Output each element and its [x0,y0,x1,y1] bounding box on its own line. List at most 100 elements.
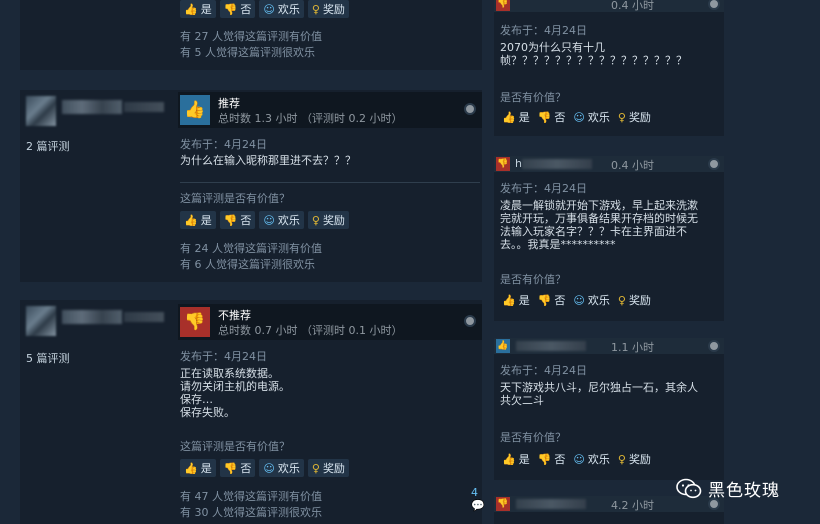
award-icon: ♀ [311,2,320,16]
reviewer-info: 2 篇评测 [20,90,174,282]
award-button[interactable]: ♀ 奖励 [307,211,349,229]
reviewer-name[interactable] [516,341,586,351]
thumbs-down-icon: 👎 [537,293,552,307]
thumbs-up-icon: 👍 [502,293,516,307]
reviewer-name[interactable] [522,159,592,169]
watermark: 黑色玫瑰 [676,476,780,501]
thumbs-up-icon: 👍 [184,213,198,227]
vote-funny-button[interactable]: ☺ 欢乐 [259,211,304,229]
vote-yes-button[interactable]: 👍 是 [180,0,216,18]
reviewer-review-count[interactable]: 2 篇评测 [26,138,70,154]
comments-count-value: 4 [471,486,478,499]
review-header: 👍 1.1 小时 [494,338,724,354]
posted-date: 发布于：4月24日 [500,24,587,37]
comments-count[interactable]: 4 💬 [471,486,485,512]
verdict-bar: 👎 不推荐 总时数 0.7 小时 （评测时 0.1 小时） [178,304,482,340]
award-label: 奖励 [322,3,345,16]
vote-yes-button[interactable]: 👍 是 [500,450,532,468]
vote-no-label: 否 [554,453,566,466]
playtime: 0.4 小时 [611,159,654,172]
award-label: 奖励 [628,453,651,466]
smiley-icon: ☺ [263,2,275,16]
award-button[interactable]: ♀ 奖励 [307,0,349,18]
review-card: 2 篇评测 👍 推荐 总时数 1.3 小时 （评测时 0.2 小时） 发布于：4… [20,90,482,282]
steam-icon [708,158,720,170]
award-button[interactable]: ♀ 奖励 [616,291,653,309]
review-card: 👍 1.1 小时 发布于：4月24日 天下游戏共八斗，尼尔独占一石，其余人 共欠… [494,338,724,480]
vote-no-button[interactable]: 👎 否 [219,211,256,229]
vote-funny-button[interactable]: ☺ 欢乐 [259,0,304,18]
reviewer-name-initial[interactable]: h [515,157,522,170]
avatar[interactable] [26,306,56,336]
review-header: 👎 h 0.4 小时 [494,156,724,172]
review-card: 👍 是 👎 否 ☺ 欢乐 ♀ 奖励 有 27 人觉得这篇评测有价值 有 5 人觉得这篇评… [20,0,482,70]
steam-icon [464,315,476,327]
vote-funny-label: 欢乐 [277,3,300,16]
reviewer-name-extra [124,102,164,112]
review-text: 为什么在输入昵称那里进不去？？？ [180,154,356,167]
vote-no-button[interactable]: 👎 否 [219,0,256,18]
vote-funny-button[interactable]: ☺ 欢乐 [571,108,611,126]
vote-buttons: 👍 是 👎 否 ☺ 欢乐 ♀ 奖励 [500,108,653,126]
vote-no-label: 否 [240,3,252,16]
smiley-icon: ☺ [263,213,275,227]
vote-no-label: 否 [240,214,252,227]
reviewer-name[interactable] [516,499,586,509]
award-label: 奖励 [322,462,345,475]
vote-yes-button[interactable]: 👍 是 [180,459,216,477]
not-recommended-thumb-icon: 👎 [496,157,510,171]
award-button[interactable]: ♀ 奖励 [307,459,349,477]
posted-date: 发布于：4月24日 [500,182,587,195]
review-text: 天下游戏共八斗，尼尔独占一石，其余人 共欠二斗 [500,381,698,407]
watermark-text: 黑色玫瑰 [708,481,780,501]
vote-funny-label: 欢乐 [587,294,610,307]
divider [180,182,480,183]
vote-no-label: 否 [240,462,252,475]
thumbs-down-icon: 👎 [537,452,552,466]
steam-icon [464,103,476,115]
verdict-title[interactable]: 不推荐 [218,307,251,323]
verdict-bar: 👍 推荐 总时数 1.3 小时 （评测时 0.2 小时） [178,92,482,128]
review-card: 👎 h 0.4 小时 发布于：4月24日 凌晨一解锁就开始下游戏，早上起来洗漱 … [494,156,724,321]
vote-no-button[interactable]: 👎 否 [219,459,256,477]
vote-no-button[interactable]: 👎 否 [536,108,568,126]
award-button[interactable]: ♀ 奖励 [616,450,653,468]
review-text: 2070为什么只有十几 帧？？？？？？？？？？？？？？？？ [500,41,687,67]
vote-yes-label: 是 [518,111,530,124]
verdict-title[interactable]: 推荐 [218,95,240,111]
avatar[interactable] [26,96,56,126]
recommended-thumb-icon: 👍 [496,339,510,353]
vote-yes-button[interactable]: 👍 是 [500,291,532,309]
award-button[interactable]: ♀ 奖励 [616,108,653,126]
award-label: 奖励 [628,294,651,307]
reviewer-name-extra [124,312,164,322]
vote-no-button[interactable]: 👎 否 [536,291,568,309]
vote-funny-button[interactable]: ☺ 欢乐 [571,291,611,309]
vote-no-label: 否 [554,294,566,307]
thumbs-up-icon: 👍 [502,110,516,124]
vote-yes-button[interactable]: 👍 是 [500,108,532,126]
vote-buttons: 👍 是 👎 否 ☺ 欢乐 ♀ 奖励 [500,291,653,309]
thumbs-down-icon: 👎 [223,2,238,16]
vote-no-button[interactable]: 👎 否 [536,450,568,468]
review-text: 凌晨一解锁就开始下游戏，早上起来洗漱 完就开玩，万事俱备结果开存档的时候无 法输… [500,199,698,251]
playtime: 总时数 1.3 小时 （评测时 0.2 小时） [218,112,403,125]
thumbs-up-icon: 👍 [502,452,516,466]
not-recommended-thumb-icon: 👎 [496,0,510,11]
reviewer-review-count[interactable]: 5 篇评测 [26,350,70,366]
smiley-icon: ☺ [573,293,585,307]
vote-funny-label: 欢乐 [587,453,610,466]
review-header: 👎 0.4 小时 [494,0,724,12]
review-text: 正在读取系统数据。 请勿关闭主机的电源。 保存… 保存失败。 [180,367,290,419]
steam-icon [708,0,720,10]
vote-funny-button[interactable]: ☺ 欢乐 [571,450,611,468]
smiley-icon: ☺ [573,110,585,124]
posted-date: 发布于：4月24日 [180,350,267,363]
vote-funny-button[interactable]: ☺ 欢乐 [259,459,304,477]
recommended-thumb-icon: 👍 [180,95,210,125]
thumbs-down-icon: 👎 [537,110,552,124]
vote-yes-button[interactable]: 👍 是 [180,211,216,229]
reviewer-name[interactable] [62,310,122,324]
helpful-question: 是否有价值？ [500,273,566,286]
reviewer-name[interactable] [62,100,122,114]
